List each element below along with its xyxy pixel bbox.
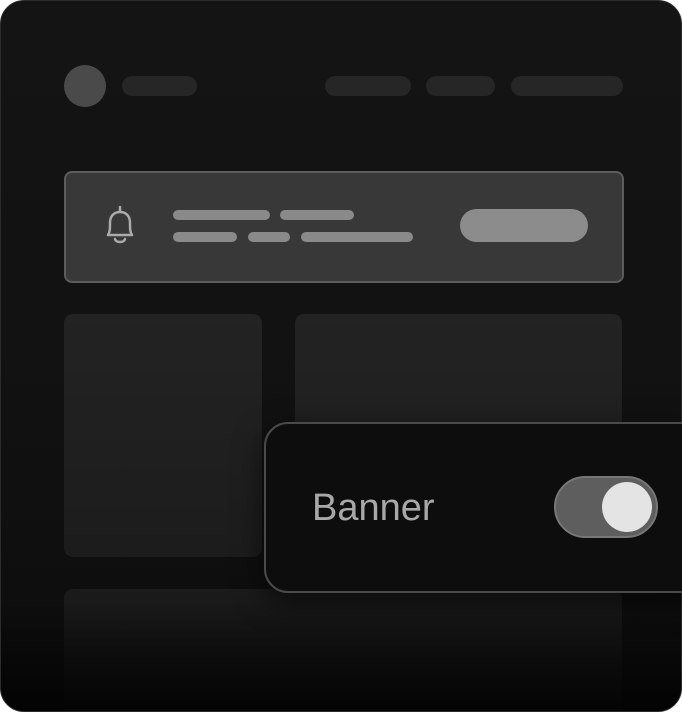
avatar[interactable] <box>64 65 106 107</box>
logo-placeholder <box>122 76 197 96</box>
banner-text-placeholder <box>173 210 270 220</box>
notification-banner <box>64 171 624 283</box>
bell-icon <box>106 205 134 244</box>
content-card <box>64 589 622 711</box>
banner-text-placeholder <box>248 232 290 242</box>
banner-label: Banner <box>312 487 435 529</box>
toggle-knob[interactable] <box>602 482 652 532</box>
content-card <box>64 314 262 557</box>
nav-item-placeholder-3[interactable] <box>511 76 623 96</box>
nav-item-placeholder-1[interactable] <box>325 76 411 96</box>
banner-text-placeholder <box>173 232 237 242</box>
banner-text-placeholder <box>280 210 354 220</box>
banner-action-button[interactable] <box>460 209 588 242</box>
banner-settings-popover: Banner <box>264 422 682 593</box>
nav-item-placeholder-2[interactable] <box>426 76 495 96</box>
banner-toggle[interactable] <box>554 476 658 538</box>
banner-text-placeholder <box>301 232 413 242</box>
app-window <box>0 0 682 712</box>
